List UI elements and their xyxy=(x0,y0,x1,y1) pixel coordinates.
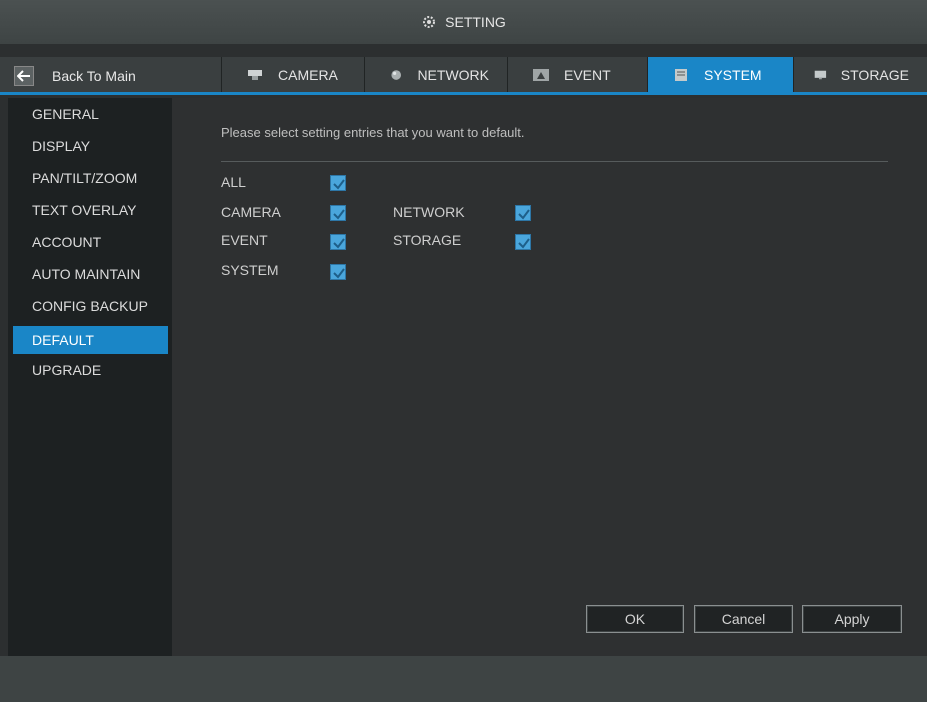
system-icon xyxy=(675,68,687,81)
tab-label: NETWORK xyxy=(417,66,489,83)
tab-label: SYSTEM xyxy=(704,66,762,83)
footer-bar xyxy=(0,656,927,702)
ok-button[interactable]: OK xyxy=(586,605,684,633)
network-icon xyxy=(391,69,402,80)
checkmark-icon xyxy=(333,179,345,190)
sidebar-item-account[interactable]: ACCOUNT xyxy=(13,228,168,256)
cancel-button[interactable]: Cancel xyxy=(694,605,793,633)
option-network-label: NETWORK xyxy=(393,204,465,220)
tab-storage[interactable]: STORAGE xyxy=(793,57,927,92)
sidebar-item-auto-maintain[interactable]: AUTO MAINTAIN xyxy=(13,260,168,288)
tab-label: STORAGE xyxy=(840,66,909,83)
window-title: SETTING xyxy=(445,14,506,30)
option-storage-label: STORAGE xyxy=(393,232,462,248)
option-camera-label: CAMERA xyxy=(221,204,281,220)
option-network-checkbox[interactable] xyxy=(515,205,531,221)
option-event-checkbox[interactable] xyxy=(330,234,346,250)
tab-camera[interactable]: CAMERA xyxy=(221,57,364,92)
back-arrow-icon xyxy=(14,66,34,86)
main-panel: Please select setting entries that you w… xyxy=(172,98,927,656)
sidebar: GENERAL DISPLAY PAN/TILT/ZOOM TEXT OVERL… xyxy=(8,98,172,656)
tab-system[interactable]: SYSTEM xyxy=(647,57,793,92)
sidebar-item-config-backup[interactable]: CONFIG BACKUP xyxy=(13,292,168,320)
apply-button[interactable]: Apply xyxy=(802,605,902,633)
tab-bar: Back To Main CAMERA NETWORK EVENT SYSTEM… xyxy=(0,57,927,95)
option-all-checkbox[interactable] xyxy=(330,175,346,191)
sidebar-item-display[interactable]: DISPLAY xyxy=(13,132,168,160)
option-camera-checkbox[interactable] xyxy=(330,205,346,221)
tab-event[interactable]: EVENT xyxy=(507,57,647,92)
option-system-checkbox[interactable] xyxy=(330,264,346,280)
camera-icon xyxy=(248,69,262,80)
title-bar: SETTING xyxy=(0,0,927,44)
gear-icon xyxy=(423,16,436,28)
sidebar-item-upgrade[interactable]: UPGRADE xyxy=(13,356,168,384)
divider xyxy=(221,161,888,162)
option-event-label: EVENT xyxy=(221,232,268,248)
sidebar-item-default[interactable]: DEFAULT xyxy=(13,326,168,354)
tab-label: EVENT xyxy=(564,66,611,83)
checkmark-icon xyxy=(518,209,530,220)
sidebar-item-general[interactable]: GENERAL xyxy=(13,100,168,128)
storage-icon xyxy=(814,70,827,79)
checkmark-icon xyxy=(333,268,345,279)
event-icon xyxy=(533,68,549,81)
tab-network[interactable]: NETWORK xyxy=(364,57,507,92)
option-storage-checkbox[interactable] xyxy=(515,234,531,250)
instruction-text: Please select setting entries that you w… xyxy=(221,125,525,140)
back-to-main-label: Back To Main xyxy=(52,68,136,84)
top-tabs: CAMERA NETWORK EVENT SYSTEM STORAGE xyxy=(221,57,927,92)
sidebar-item-pan-tilt-zoom[interactable]: PAN/TILT/ZOOM xyxy=(13,164,168,192)
sidebar-item-text-overlay[interactable]: TEXT OVERLAY xyxy=(13,196,168,224)
checkmark-icon xyxy=(518,238,530,249)
checkmark-icon xyxy=(333,238,345,249)
back-to-main-button[interactable]: Back To Main xyxy=(14,65,136,87)
option-all-label: ALL xyxy=(221,174,246,190)
checkmark-icon xyxy=(333,209,345,220)
tab-label: CAMERA xyxy=(278,66,338,83)
option-system-label: SYSTEM xyxy=(221,262,279,278)
